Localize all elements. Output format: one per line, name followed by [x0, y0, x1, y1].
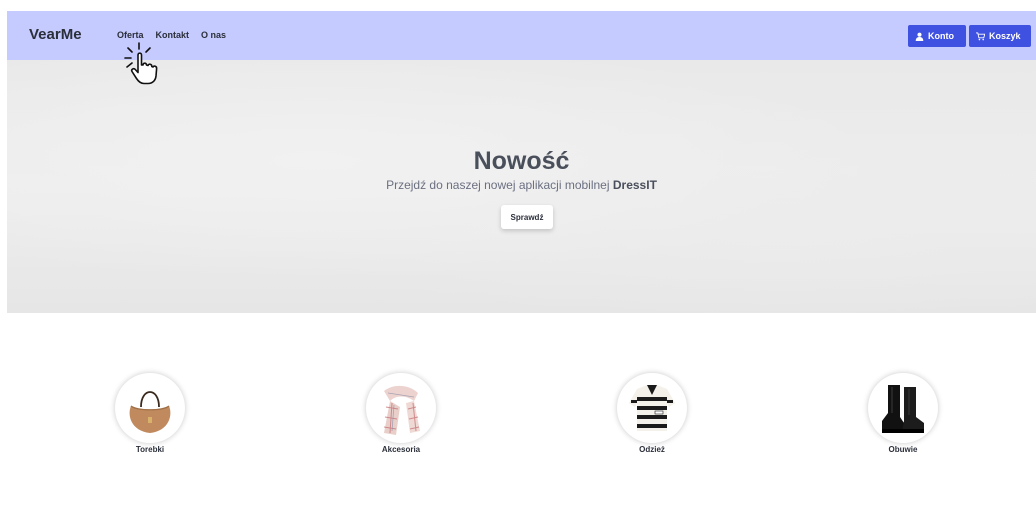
hero-subtitle-text: Przejdź do naszej nowej aplikacji mobiln…	[386, 178, 610, 192]
cart-button-label: Koszyk	[989, 31, 1021, 41]
category-obuwie[interactable]: Obuwie	[863, 373, 943, 463]
sweater-icon	[629, 385, 675, 431]
category-label: Odzież	[639, 445, 665, 454]
nav-links: Oferta Kontakt O nas	[117, 30, 226, 40]
hero-title: Nowość	[473, 147, 570, 175]
page: VearMe Oferta Kontakt O nas Konto Koszyk…	[7, 11, 1036, 509]
category-image	[868, 373, 938, 443]
category-torebki[interactable]: Torebki	[110, 373, 190, 463]
hand-cursor-icon	[124, 42, 158, 85]
hero-banner: Nowość Przejdź do naszej nowej aplikacji…	[7, 60, 1036, 313]
hero-app-name: DressIT	[612, 178, 657, 192]
hero-subtitle: Przejdź do naszej nowej aplikacji mobiln…	[7, 178, 1036, 192]
category-label: Torebki	[135, 445, 165, 454]
handbag-icon	[129, 391, 171, 433]
scarf-icon	[383, 385, 420, 435]
category-image	[617, 373, 687, 443]
category-akcesoria[interactable]: Akcesoria	[361, 373, 441, 463]
brand-logo[interactable]: VearMe	[29, 26, 82, 43]
boots-icon	[882, 385, 924, 433]
category-label: Akcesoria	[381, 445, 421, 454]
cart-icon	[976, 31, 985, 40]
category-image	[115, 373, 185, 443]
check-button[interactable]: Sprawdź	[501, 205, 553, 229]
nav-link-kontakt[interactable]: Kontakt	[156, 30, 190, 40]
nav-link-o-nas[interactable]: O nas	[201, 30, 226, 40]
account-button[interactable]: Konto	[908, 25, 966, 47]
category-label: Obuwie	[888, 445, 918, 454]
category-odziez[interactable]: Odzież	[612, 373, 692, 463]
nav-link-oferta[interactable]: Oferta	[117, 30, 144, 40]
account-button-label: Konto	[928, 31, 954, 41]
cart-button[interactable]: Koszyk	[969, 25, 1031, 47]
user-icon	[915, 32, 924, 41]
category-image	[366, 373, 436, 443]
